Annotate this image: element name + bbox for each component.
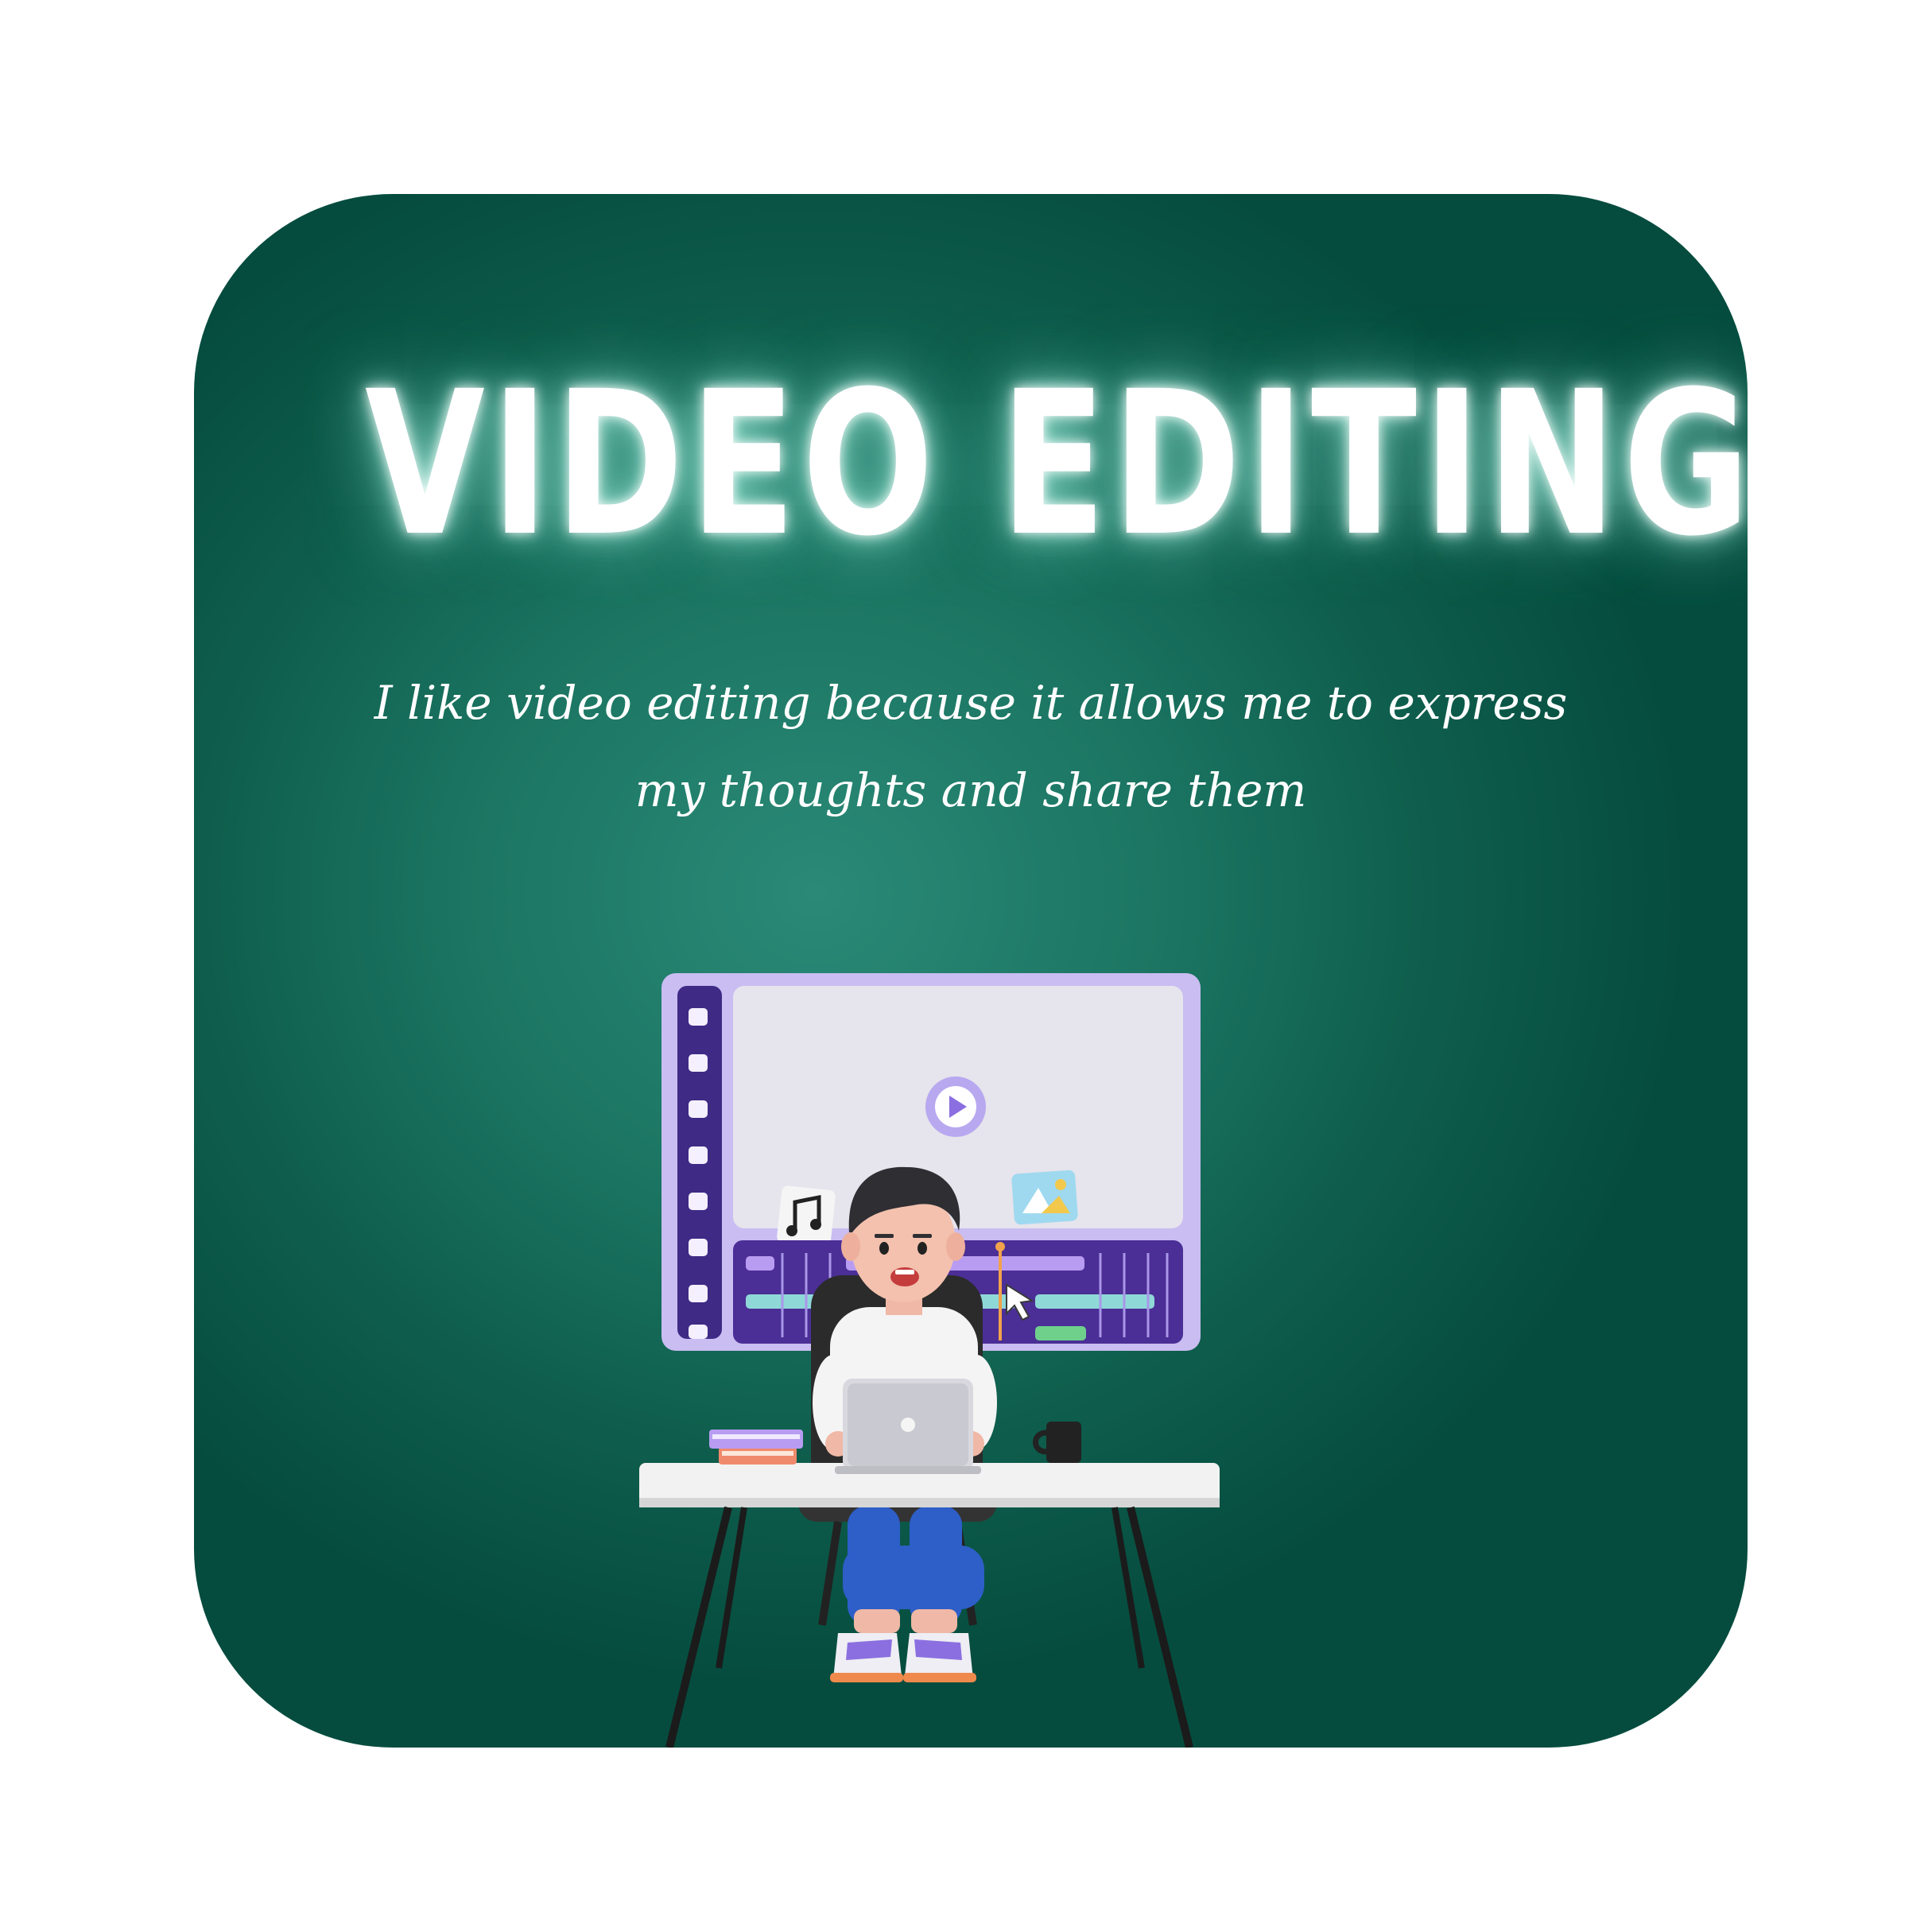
books: [709, 1430, 803, 1465]
image-icon: [1011, 1170, 1078, 1225]
description-text: I like video editing because it allows m…: [353, 659, 1589, 834]
music-note-icon: [777, 1185, 836, 1247]
green-card: VIDEO EDITING I like video editing becau…: [194, 194, 1748, 1748]
play-button-icon: [925, 1077, 986, 1137]
coffee-mug: [1033, 1422, 1081, 1463]
film-strip-icon: [677, 986, 722, 1339]
laptop: [835, 1379, 981, 1474]
page-title: VIDEO EDITING: [364, 348, 1748, 580]
video-editor-illustration: [639, 957, 1307, 1748]
description-line-2: my thoughts and share them: [634, 763, 1307, 817]
description-line-1: I like video editing because it allows m…: [374, 676, 1568, 730]
sneakers: [830, 1633, 976, 1682]
